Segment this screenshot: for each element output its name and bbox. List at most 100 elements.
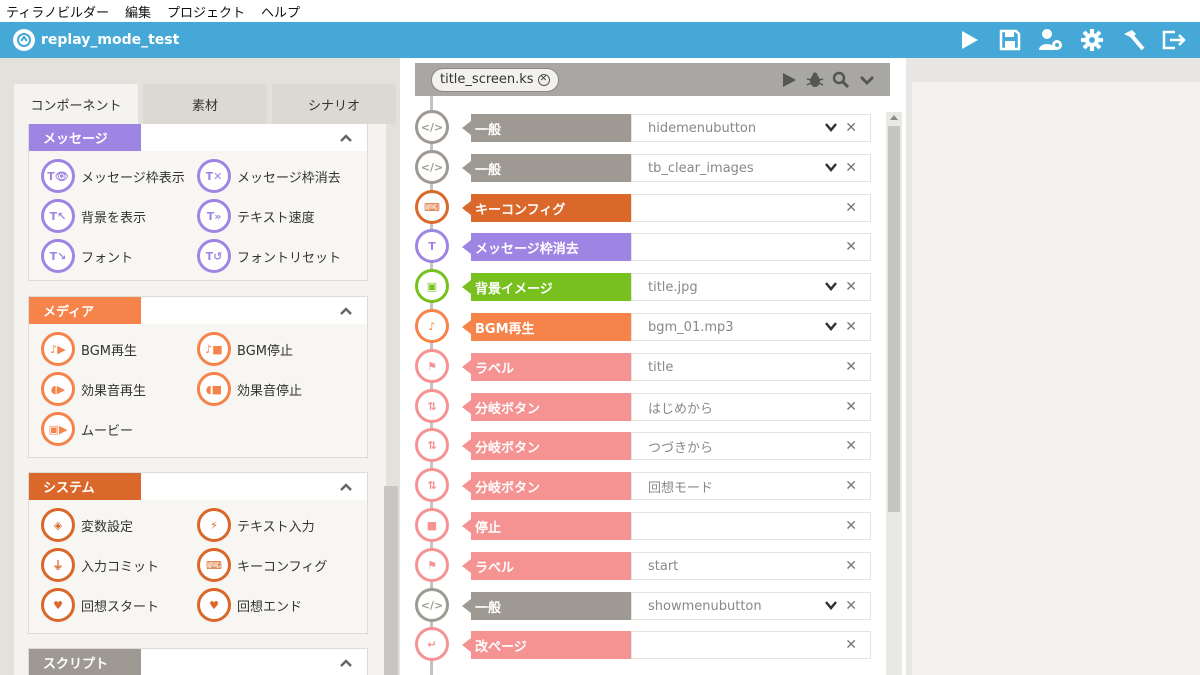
scenario-row[interactable]: ⚑ ラベル start ✕ xyxy=(415,548,871,582)
delete-icon[interactable]: ✕ xyxy=(845,200,857,216)
delete-icon[interactable]: ✕ xyxy=(845,239,857,255)
menu-item-project[interactable]: プロジェクト xyxy=(167,2,245,21)
scenario-row[interactable]: </> 一般 hidemenubutton ✕ xyxy=(415,110,871,144)
bug-icon[interactable] xyxy=(806,71,824,89)
preview-area xyxy=(912,82,1200,675)
delete-icon[interactable]: ✕ xyxy=(845,160,857,176)
component-font-reset[interactable]: T↺ フォントリセット xyxy=(197,239,341,273)
delete-icon[interactable]: ✕ xyxy=(845,438,857,454)
row-parameter[interactable]: 回想モード xyxy=(631,472,871,500)
scroll-up-arrow[interactable] xyxy=(890,115,898,120)
scenario-row[interactable]: </> 一般 showmenubutton ✕ xyxy=(415,588,871,622)
row-parameter[interactable] xyxy=(631,233,871,261)
group-header[interactable]: スクリプト xyxy=(29,649,367,675)
editor-scrollbar[interactable] xyxy=(886,112,902,675)
component-movie[interactable]: ▣▶ ムービー xyxy=(41,412,133,446)
close-icon[interactable]: ✕ xyxy=(537,73,550,86)
menu-item-app[interactable]: ティラノビルダー xyxy=(6,2,109,21)
component-text-input[interactable]: ⚡ テキスト入力 xyxy=(197,508,315,542)
delete-icon[interactable]: ✕ xyxy=(845,598,857,614)
menu-item-help[interactable]: ヘルプ xyxy=(261,2,300,21)
gear-icon[interactable] xyxy=(1078,26,1106,54)
row-parameter-value: はじめから xyxy=(648,401,714,417)
component-font[interactable]: T↘ フォント xyxy=(41,239,133,273)
chevron-down-icon[interactable] xyxy=(825,320,837,332)
group-message: メッセージ T👁 メッセージ枠表示 T✕ メッセージ枠消去 T↖ 背景を表示 T… xyxy=(28,124,368,281)
user-settings-icon[interactable] xyxy=(1037,26,1065,54)
row-parameter[interactable] xyxy=(631,512,871,540)
preview-play-icon[interactable] xyxy=(780,71,798,89)
delete-icon[interactable]: ✕ xyxy=(845,359,857,375)
row-parameter[interactable]: start xyxy=(631,552,871,580)
group-header[interactable]: メディア xyxy=(29,297,367,324)
delete-icon[interactable]: ✕ xyxy=(845,518,857,534)
scenario-row[interactable]: ⌨ キーコンフィグ ✕ xyxy=(415,190,871,224)
scenario-row[interactable]: </> 一般 tb_clear_images ✕ xyxy=(415,150,871,184)
component-se-play[interactable]: ◖▶ 効果音再生 xyxy=(41,372,146,406)
message-hide-icon: T✕ xyxy=(197,159,231,193)
component-scrollbar[interactable] xyxy=(384,486,398,675)
scenario-row[interactable]: ⇅ 分岐ボタン 回想モード ✕ xyxy=(415,468,871,502)
component-input-commit[interactable]: ⏚ 入力コミット xyxy=(41,548,159,582)
chevron-down-icon[interactable] xyxy=(825,121,837,133)
delete-icon[interactable]: ✕ xyxy=(845,478,857,494)
component-show-background[interactable]: T↖ 背景を表示 xyxy=(41,199,146,233)
row-parameter[interactable]: title xyxy=(631,353,871,381)
component-list[interactable]: メッセージ T👁 メッセージ枠表示 T✕ メッセージ枠消去 T↖ 背景を表示 T… xyxy=(14,124,386,675)
row-parameter[interactable]: はじめから xyxy=(631,393,871,421)
chevron-down-icon[interactable] xyxy=(858,71,876,89)
scenario-row[interactable]: ⚑ ラベル title ✕ xyxy=(415,349,871,383)
group-system: システム ◈ 変数設定 ⚡ テキスト入力 ⏚ 入力コミット ⌨ キーコンフィグ … xyxy=(28,472,368,634)
delete-icon[interactable]: ✕ xyxy=(845,120,857,136)
delete-icon[interactable]: ✕ xyxy=(845,558,857,574)
component-replay-start[interactable]: ♥ 回想スタート xyxy=(41,588,159,622)
row-parameter[interactable]: つづきから xyxy=(631,432,871,460)
collapse-icon[interactable] xyxy=(339,480,353,494)
scenario-row[interactable]: ♪ BGM再生 bgm_01.mp3 ✕ xyxy=(415,309,871,343)
tab-components[interactable]: コンポーネント xyxy=(14,84,138,124)
row-parameter[interactable] xyxy=(631,194,871,222)
menu-item-edit[interactable]: 編集 xyxy=(125,2,151,21)
page-break-icon: ↵ xyxy=(415,627,449,661)
hammer-icon[interactable] xyxy=(1119,26,1147,54)
chevron-down-icon[interactable] xyxy=(825,161,837,173)
chevron-down-icon[interactable] xyxy=(825,599,837,611)
collapse-icon[interactable] xyxy=(339,131,353,145)
collapse-icon[interactable] xyxy=(339,304,353,318)
scenario-row[interactable]: ⇅ 分岐ボタン つづきから ✕ xyxy=(415,428,871,462)
component-message-hide[interactable]: T✕ メッセージ枠消去 xyxy=(197,159,341,193)
tab-scenario[interactable]: シナリオ xyxy=(272,84,396,124)
scroll-thumb[interactable] xyxy=(888,126,900,512)
row-parameter[interactable] xyxy=(631,631,871,659)
component-bgm-stop[interactable]: ♪■ BGM停止 xyxy=(197,332,293,366)
scenario-row[interactable]: ↵ 改ページ ✕ xyxy=(415,627,871,661)
scenario-row[interactable]: T メッセージ枠消去 ✕ xyxy=(415,229,871,263)
component-text-speed[interactable]: T» テキスト速度 xyxy=(197,199,315,233)
delete-icon[interactable]: ✕ xyxy=(845,319,857,335)
delete-icon[interactable]: ✕ xyxy=(845,279,857,295)
component-variable[interactable]: ◈ 変数設定 xyxy=(41,508,133,542)
file-tab[interactable]: title_screen.ks ✕ xyxy=(431,67,559,92)
component-message-show[interactable]: T👁 メッセージ枠表示 xyxy=(41,159,185,193)
row-pointer xyxy=(462,161,471,175)
collapse-icon[interactable] xyxy=(339,656,353,670)
scenario-row[interactable]: ⇅ 分岐ボタン はじめから ✕ xyxy=(415,389,871,423)
play-icon[interactable] xyxy=(955,26,983,54)
scenario-row[interactable]: ▣ 背景イメージ title.jpg ✕ xyxy=(415,269,871,303)
lightning-icon: ⚡ xyxy=(197,508,231,542)
save-icon[interactable] xyxy=(996,26,1024,54)
tab-materials[interactable]: 素材 xyxy=(143,84,267,124)
delete-icon[interactable]: ✕ xyxy=(845,637,857,653)
component-replay-end[interactable]: ♥ 回想エンド xyxy=(197,588,302,622)
exit-icon[interactable] xyxy=(1160,26,1188,54)
component-key-config[interactable]: ⌨ キーコンフィグ xyxy=(197,548,327,582)
search-icon[interactable] xyxy=(832,71,850,89)
delete-icon[interactable]: ✕ xyxy=(845,399,857,415)
component-bgm-play[interactable]: ♪▶ BGM再生 xyxy=(41,332,137,366)
chevron-down-icon[interactable] xyxy=(825,280,837,292)
group-header[interactable]: メッセージ xyxy=(29,124,367,151)
component-se-stop[interactable]: ◖■ 効果音停止 xyxy=(197,372,302,406)
group-header[interactable]: システム xyxy=(29,473,367,500)
scenario-row[interactable]: ■ 停止 ✕ xyxy=(415,508,871,542)
flag-icon: ⚑ xyxy=(415,548,449,582)
